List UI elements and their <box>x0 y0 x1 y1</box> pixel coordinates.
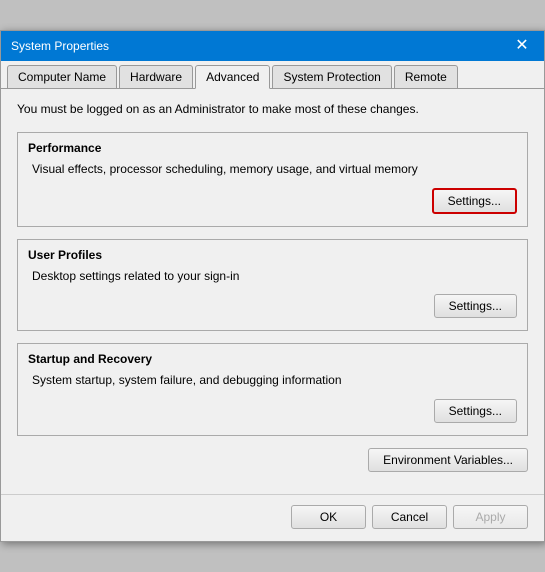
startup-recovery-section: Startup and Recovery System startup, sys… <box>17 343 528 436</box>
performance-section: Performance Visual effects, processor sc… <box>17 132 528 227</box>
close-button[interactable]: ✕ <box>510 34 534 58</box>
ok-button[interactable]: OK <box>291 505 366 529</box>
user-profiles-button-row: Settings... <box>28 294 517 318</box>
env-variables-row: Environment Variables... <box>17 448 528 472</box>
performance-settings-button[interactable]: Settings... <box>432 188 517 214</box>
title-bar: System Properties ✕ <box>1 31 544 61</box>
tab-advanced[interactable]: Advanced <box>195 65 270 89</box>
user-profiles-description: Desktop settings related to your sign-in <box>32 268 517 285</box>
tab-system-protection[interactable]: System Protection <box>272 65 391 88</box>
environment-variables-button[interactable]: Environment Variables... <box>368 448 528 472</box>
user-profiles-section: User Profiles Desktop settings related t… <box>17 239 528 332</box>
cancel-button[interactable]: Cancel <box>372 505 447 529</box>
tab-computer-name[interactable]: Computer Name <box>7 65 117 88</box>
info-text: You must be logged on as an Administrato… <box>17 101 528 118</box>
startup-recovery-description: System startup, system failure, and debu… <box>32 372 517 389</box>
apply-button[interactable]: Apply <box>453 505 528 529</box>
startup-recovery-settings-button[interactable]: Settings... <box>434 399 517 423</box>
user-profiles-settings-button[interactable]: Settings... <box>434 294 517 318</box>
startup-recovery-button-row: Settings... <box>28 399 517 423</box>
performance-button-row: Settings... <box>28 188 517 214</box>
user-profiles-title: User Profiles <box>28 248 517 262</box>
tab-content: You must be logged on as an Administrato… <box>1 89 544 494</box>
performance-description: Visual effects, processor scheduling, me… <box>32 161 517 178</box>
tab-remote[interactable]: Remote <box>394 65 458 88</box>
window-title: System Properties <box>11 39 109 53</box>
system-properties-window: System Properties ✕ Computer Name Hardwa… <box>0 30 545 542</box>
startup-recovery-title: Startup and Recovery <box>28 352 517 366</box>
performance-title: Performance <box>28 141 517 155</box>
footer: OK Cancel Apply <box>1 494 544 541</box>
tab-bar: Computer Name Hardware Advanced System P… <box>1 61 544 89</box>
tab-hardware[interactable]: Hardware <box>119 65 193 88</box>
